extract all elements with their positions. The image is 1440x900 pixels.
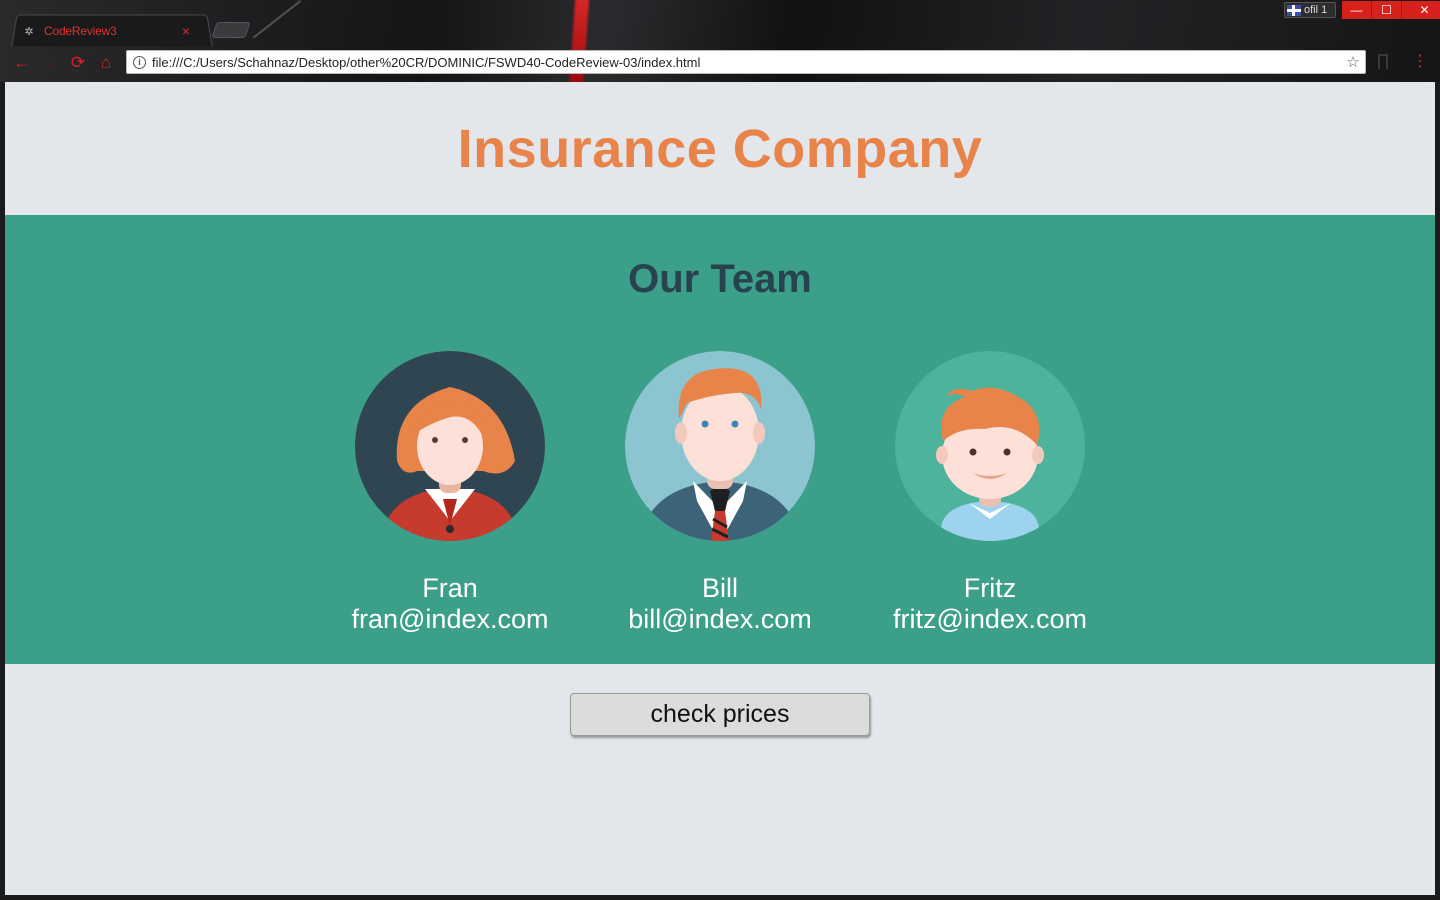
back-button[interactable]: ← [8, 49, 36, 77]
member-email: fritz@index.com [893, 604, 1087, 634]
browser-chrome: ✲ CodeReview3 × ofil 1 — ☐ ✕ ← → ⟳ ⌂ i f… [0, 0, 1440, 82]
home-button[interactable]: ⌂ [92, 49, 120, 77]
member-name: Bill [701, 573, 738, 603]
profile-button[interactable]: ofil 1 [1284, 2, 1336, 18]
site-info-icon[interactable]: i [133, 55, 146, 69]
forward-button[interactable]: → [36, 49, 64, 77]
browser-tab-content[interactable]: ✲ CodeReview3 × [22, 18, 202, 44]
reload-button[interactable]: ⟳ [64, 49, 92, 77]
site-title-light: Insurance [457, 118, 733, 179]
address-bar[interactable]: i file:///C:/Users/Schahnaz/Desktop/othe… [126, 50, 1366, 74]
flag-icon [1287, 4, 1301, 16]
check-prices-button[interactable]: check prices [570, 693, 870, 736]
profile-label: ofil 1 [1304, 4, 1328, 16]
window-controls: — ☐ ✕ [1342, 1, 1440, 19]
minimize-button[interactable]: — [1342, 1, 1372, 19]
member-email: bill@index.com [628, 604, 812, 634]
team-member-card: Fritz fritz@index.com [870, 351, 1110, 635]
tab-title: CodeReview3 [44, 24, 117, 38]
woman-avatar-icon [355, 351, 545, 541]
team-member-card: Fran fran@index.com [330, 351, 570, 635]
site-title-bold: Company [732, 118, 983, 179]
member-email: fran@index.com [351, 604, 549, 634]
site-header: Insurance Company [5, 82, 1435, 215]
boy-avatar-icon [895, 351, 1085, 541]
page-favicon-icon: ✲ [24, 25, 34, 38]
close-window-button[interactable]: ✕ [1402, 1, 1440, 19]
man-avatar-icon [625, 351, 815, 541]
browser-toolbar: ← → ⟳ ⌂ i file:///C:/Users/Schahnaz/Desk… [0, 46, 1440, 80]
extension-bookmark-icon[interactable] [1378, 54, 1388, 69]
cta-container: check prices [5, 693, 1435, 736]
url-text[interactable]: file:///C:/Users/Schahnaz/Desktop/other%… [152, 55, 1341, 70]
browser-menu-icon[interactable]: ⋮ [1412, 51, 1428, 71]
maximize-button[interactable]: ☐ [1372, 1, 1402, 19]
team-member-card: Bill bill@index.com [600, 351, 840, 635]
new-tab-button[interactable] [211, 22, 251, 38]
team-heading: Our Team [628, 257, 812, 301]
bookmark-star-icon[interactable]: ☆ [1341, 53, 1365, 71]
team-section: Our Team Fran fran@index.com Bill bill@i… [5, 215, 1435, 664]
site-title: Insurance Company [458, 118, 983, 180]
wallpaper-line [252, 0, 302, 39]
member-name: Fran [422, 573, 478, 603]
member-name: Fritz [963, 573, 1017, 603]
tab-close-icon[interactable]: × [182, 23, 190, 39]
page-viewport: Insurance Company Our Team Fran fran@ind… [5, 82, 1435, 895]
